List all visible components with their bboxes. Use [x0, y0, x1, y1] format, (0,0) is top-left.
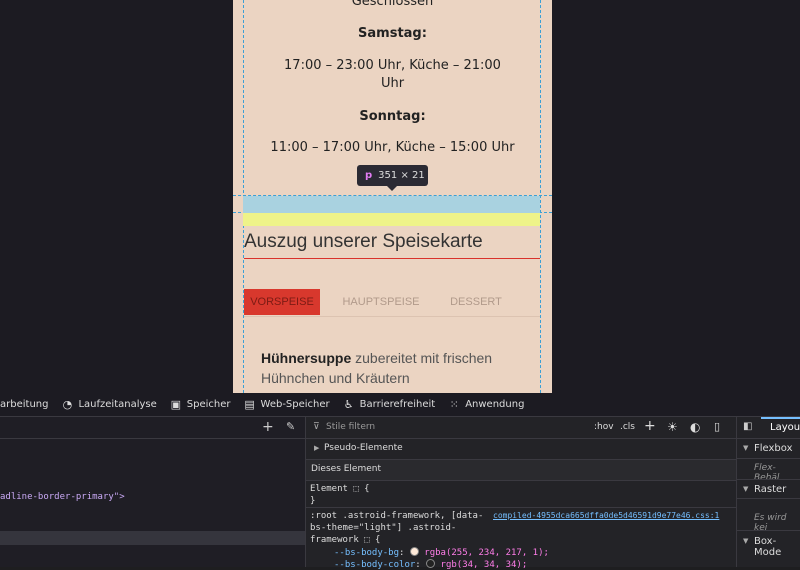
expand-arrow-icon: ▶	[314, 444, 320, 452]
tab-accessibility[interactable]: ♿ Barrierefreiheit	[343, 398, 436, 411]
prop2-value: rgb(34, 34, 34);	[440, 560, 528, 570]
tab-storage-label: Web-Speicher	[260, 399, 330, 410]
menu-heading: Auszug unserer Speisekarte	[244, 231, 483, 252]
filter-icon: ⊽	[313, 422, 320, 432]
hov-toggle[interactable]: :hov	[594, 422, 614, 432]
guide-line-right	[540, 0, 541, 393]
collapse-arrow-icon: ▼	[743, 485, 749, 493]
accessibility-icon: ♿	[343, 398, 354, 411]
style-filter-input[interactable]: Stile filtern	[326, 422, 375, 432]
rule-divider	[306, 507, 736, 508]
element-rule-close: }	[310, 496, 316, 506]
tab-memory[interactable]: ▣ Speicher	[170, 398, 231, 411]
markup-snippet[interactable]: adline-border-primary">	[0, 492, 125, 502]
cls-toggle[interactable]: .cls	[620, 422, 635, 432]
tab-performance[interactable]: ◔ Laufzeitanalyse	[61, 398, 157, 411]
markup-toolbar: + ✎	[0, 417, 305, 439]
saturday-hours-line1: 17:00 – 23:00 Uhr, Küche – 21:00	[284, 58, 501, 73]
saturday-hours-line2: Uhr	[380, 76, 405, 91]
tab-debugger-label: arbeitung	[0, 399, 49, 410]
browser-viewport: Geschlossen Samstag: 17:00 – 23:00 Uhr, …	[0, 0, 800, 393]
tab-hauptspeise[interactable]: HAUPTSPEISE	[334, 289, 428, 315]
rules-toolbar: ⊽ Stile filtern :hov .cls + ☀ ◐ ▯	[306, 417, 736, 439]
stylesheet-link[interactable]: compiled-4955dca665dffa0de5d46591d9e77e4…	[493, 511, 719, 520]
devtools-toolbar: arbeitung ◔ Laufzeitanalyse ▣ Speicher ▤ We…	[0, 393, 800, 417]
markup-pane: + ✎ adline-border-primary">	[0, 417, 306, 567]
grid-label: Raster	[754, 484, 787, 495]
tooltip-size: 351 × 21	[378, 170, 425, 181]
css-property-2[interactable]: --bs-body-color: rgb(34, 34, 34);	[334, 559, 527, 570]
sidebar-toggle-icon[interactable]: ◧	[743, 421, 752, 432]
dark-mode-icon[interactable]: ◐	[690, 420, 700, 434]
gauge-icon: ◔	[62, 398, 73, 411]
heading-underline	[244, 258, 540, 259]
prop1-value: rgba(255, 234, 217, 1);	[424, 548, 549, 558]
tabs-divider	[244, 316, 540, 317]
flexbox-section[interactable]: ▼ Flexbox	[737, 439, 800, 459]
collapse-arrow-icon: ▼	[743, 537, 749, 545]
selector-line2: bs-theme="light"] .astroid-	[310, 523, 457, 533]
add-rule-icon[interactable]: +	[644, 418, 656, 434]
selector-line3: framework ⬚ {	[310, 535, 381, 545]
pseudo-elements-label: Pseudo-Elemente	[324, 443, 403, 453]
dish-name: Hühnersuppe	[261, 350, 352, 366]
eyedropper-icon[interactable]: ✎	[286, 420, 295, 433]
highlight-margin-box	[243, 213, 540, 226]
grid-icon: ⁙	[449, 398, 459, 411]
this-element-label: Dieses Element	[311, 464, 382, 474]
grid-section[interactable]: ▼ Raster	[737, 479, 800, 499]
pseudo-elements-row[interactable]: ▶ Pseudo-Elemente	[306, 439, 736, 460]
rules-pane: ⊽ Stile filtern :hov .cls + ☀ ◐ ▯ ▶ Pseu…	[306, 417, 736, 570]
print-icon[interactable]: ▯	[714, 420, 720, 433]
add-node-icon[interactable]: +	[262, 419, 274, 435]
tab-debugger[interactable]: arbeitung	[0, 399, 48, 410]
element-rule: Element ⬚ {	[310, 484, 370, 494]
tooltip-tag: p	[365, 170, 373, 181]
light-mode-icon[interactable]: ☀	[667, 420, 678, 434]
tab-application-label: Anwendung	[465, 399, 525, 410]
devtools-panel: arbeitung ◔ Laufzeitanalyse ▣ Speicher ▤ We…	[0, 393, 800, 570]
dish-item: Hühnersuppe zubereitet mit frischen Hühn…	[261, 348, 531, 388]
active-tab-indicator	[761, 417, 800, 419]
color-swatch[interactable]	[409, 547, 419, 556]
selector-line1: :root .astroid-framework, [data-	[310, 511, 484, 521]
tab-layout[interactable]: Layout	[770, 422, 800, 433]
this-element-row: Dieses Element	[306, 460, 736, 481]
sunday-label: Sonntag:	[359, 109, 426, 124]
tab-vorspeise[interactable]: VORSPEISE	[244, 289, 320, 315]
collapse-arrow-icon: ▼	[743, 444, 749, 452]
tab-dessert[interactable]: DESSERT	[443, 289, 509, 315]
tab-accessibility-label: Barrierefreiheit	[359, 399, 436, 410]
layout-pane: ◧ Layout ▼ Flexbox Flex-Behäl ▼ Raster E…	[736, 417, 800, 567]
selected-node-row[interactable]	[0, 531, 305, 545]
storage-icon: ▤	[244, 398, 255, 411]
prop2-name: --bs-body-color	[334, 560, 416, 570]
closed-text: Geschlossen	[351, 0, 434, 9]
flexbox-label: Flexbox	[754, 443, 793, 454]
box-model-label: Box-Mode	[754, 536, 782, 558]
css-property-1[interactable]: --bs-body-bg: rgba(255, 234, 217, 1);	[334, 547, 549, 558]
layout-tabbar: ◧ Layout	[737, 417, 800, 439]
sunday-hours: 11:00 – 17:00 Uhr, Küche – 15:00 Uhr	[270, 140, 515, 155]
highlight-content-box	[243, 196, 540, 213]
saturday-label: Samstag:	[358, 26, 427, 41]
tab-memory-label: Speicher	[186, 399, 231, 410]
tab-storage[interactable]: ▤ Web-Speicher	[244, 398, 330, 411]
prop1-name: --bs-body-bg	[334, 548, 400, 558]
element-size-tooltip: p 351 × 21	[357, 165, 428, 191]
memory-icon: ▣	[170, 398, 181, 411]
box-model-section[interactable]: ▼ Box-Mode	[737, 530, 800, 558]
tab-performance-label: Laufzeitanalyse	[78, 399, 157, 410]
tab-application[interactable]: ⁙ Anwendung	[448, 398, 525, 411]
